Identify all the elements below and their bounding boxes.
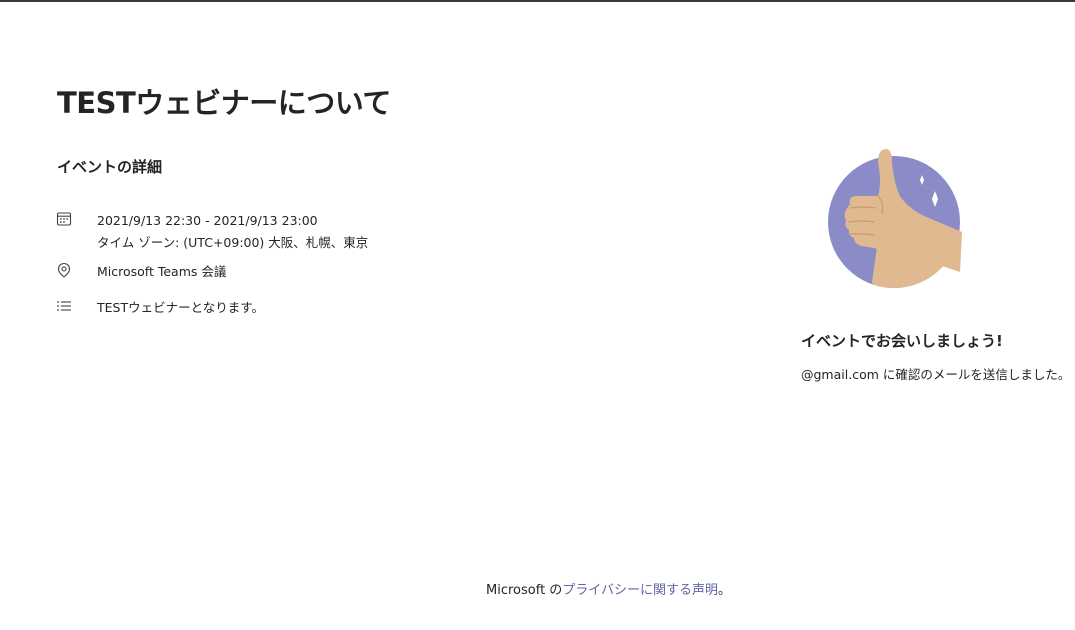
event-description: TESTウェビナーとなります。: [97, 300, 264, 315]
event-date-range: 2021/9/13 22:30 - 2021/9/13 23:00: [97, 213, 318, 228]
privacy-statement-link[interactable]: プライバシーに関する声明: [562, 583, 718, 598]
footer-suffix: 。: [718, 583, 732, 598]
calendar-icon: [56, 212, 72, 226]
event-location-row: Microsoft Teams 会議: [56, 261, 226, 283]
page-title: TESTウェビナーについて: [57, 86, 391, 120]
list-icon: [57, 301, 71, 311]
footer-prefix: Microsoft の: [486, 583, 563, 598]
event-details-heading: イベントの詳細: [57, 158, 163, 176]
event-location: Microsoft Teams 会議: [97, 264, 227, 279]
thumbs-up-illustration: [828, 149, 962, 288]
top-border: [0, 0, 1075, 2]
location-pin-icon: [57, 262, 71, 278]
confirmation-title: イベントでお会いしましょう!: [801, 332, 1003, 350]
event-timezone: タイム ゾーン: (UTC+09:00) 大阪、札幌、東京: [97, 235, 369, 250]
confirmation-message: @gmail.com に確認のメールを送信しました。: [801, 367, 1071, 382]
footer: Microsoft のプライバシーに関する声明。: [486, 579, 731, 598]
event-description-row: TESTウェビナーとなります。: [56, 297, 264, 319]
event-date-row: 2021/9/13 22:30 - 2021/9/13 23:00 タイム ゾー…: [56, 210, 368, 254]
